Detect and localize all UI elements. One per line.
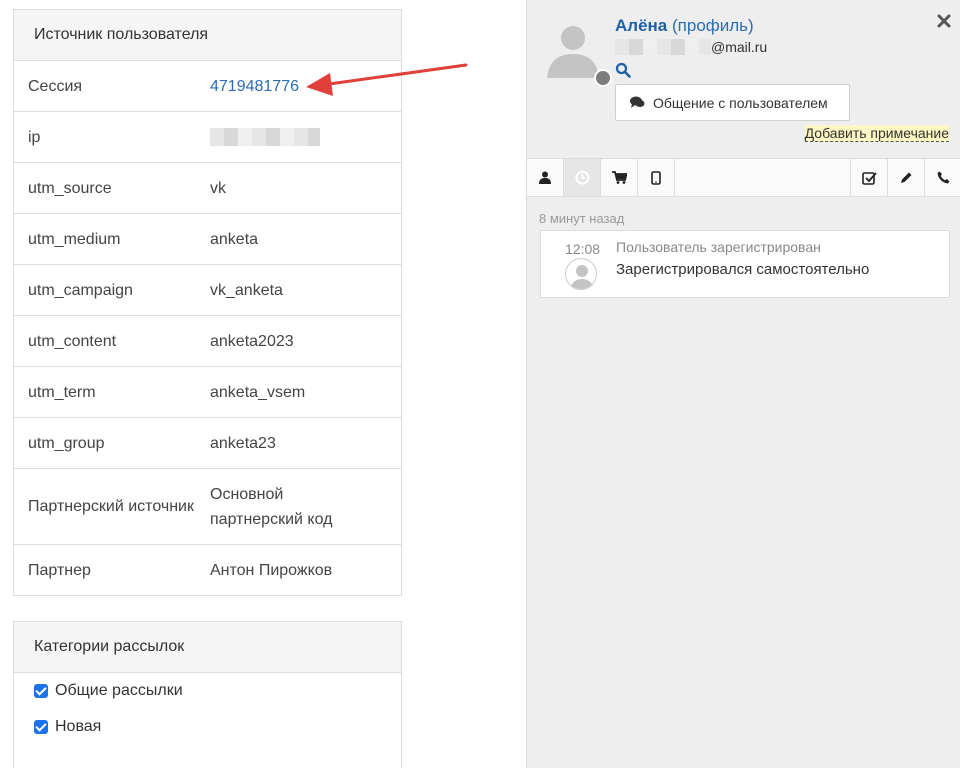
row-value: Основной партнерский код (210, 485, 333, 528)
row-key: ip (28, 128, 41, 146)
event-title: Пользователь зарегистрирован (616, 239, 821, 255)
row-value: vk (210, 179, 226, 197)
online-status-icon (594, 69, 612, 87)
session-link[interactable]: 4719481776 (210, 74, 299, 99)
tab-orders[interactable] (601, 159, 638, 196)
row-key: utm_source (28, 179, 112, 197)
email-redacted (615, 39, 711, 55)
tab-notes[interactable] (887, 159, 924, 196)
cart-icon (611, 171, 627, 184)
category-item[interactable]: Новая (14, 709, 401, 745)
source-row-partner: Партнер Антон Пирожков (14, 545, 401, 596)
row-value: vk_anketa (210, 281, 283, 299)
tab-calls[interactable] (924, 159, 960, 196)
tab-profile[interactable] (527, 159, 564, 196)
chat-button-label: Общение с пользователем (653, 94, 828, 111)
user-icon (539, 171, 551, 184)
mailing-categories-title: Категории рассылок (14, 622, 401, 673)
row-value: Антон Пирожков (210, 562, 333, 579)
source-row-utm-group: utm_group anketa23 (14, 418, 401, 469)
tab-history[interactable] (564, 159, 601, 196)
user-name-link[interactable]: Алёна (615, 16, 667, 35)
user-avatar-icon (570, 265, 594, 289)
row-value: anketa2023 (210, 332, 294, 350)
phone-icon (937, 171, 949, 184)
close-icon[interactable] (937, 14, 951, 28)
email-suffix: @mail.ru (711, 39, 768, 55)
row-key: Сессия (28, 77, 83, 95)
source-row-partner-source: Партнерский источник Основной партнерски… (14, 469, 401, 545)
user-avatar-icon (547, 26, 599, 78)
row-key: Партнерский источник (28, 498, 194, 515)
event-avatar (565, 258, 597, 290)
history-icon (575, 170, 589, 185)
category-label: Общие рассылки (55, 682, 183, 699)
source-row-utm-campaign: utm_campaign vk_anketa (14, 265, 401, 316)
row-key: Партнер (28, 562, 91, 579)
row-value: anketa23 (210, 434, 276, 452)
source-row-ip: ip (14, 112, 401, 163)
row-value: anketa_vsem (210, 383, 306, 401)
ip-value-redacted (210, 125, 320, 150)
event-time: 12:08 (565, 241, 601, 257)
pencil-icon (901, 172, 912, 183)
source-row-utm-medium: utm_medium anketa (14, 214, 401, 265)
row-key: utm_content (28, 332, 117, 350)
tab-tasks[interactable] (850, 159, 887, 196)
category-item[interactable]: Общие рассылки (14, 673, 401, 709)
timeline-event: 12:08 Пользователь зарегистрирован Зарег… (540, 230, 950, 298)
user-name-line: Алёна (профиль) (615, 16, 754, 36)
user-tabs (527, 158, 960, 197)
row-key: utm_term (28, 383, 96, 401)
checkbox-checked[interactable] (34, 684, 48, 698)
chat-with-user-button[interactable]: Общение с пользователем (615, 84, 850, 121)
row-key: utm_medium (28, 230, 121, 248)
add-note-link[interactable]: Добавить примечание (804, 125, 949, 142)
row-value: anketa (210, 230, 259, 248)
row-key: utm_campaign (28, 281, 133, 299)
search-icon[interactable] (615, 62, 631, 78)
time-ago-label: 8 минут назад (539, 211, 625, 226)
source-row-utm-content: utm_content anketa2023 (14, 316, 401, 367)
row-key: utm_group (28, 434, 105, 452)
source-row-utm-term: utm_term anketa_vsem (14, 367, 401, 418)
user-sidebar: Алёна (профиль) @mail.ru Общение с польз… (526, 0, 960, 768)
checkbox-checked[interactable] (34, 720, 48, 734)
event-text: Зарегистрировался самостоятельно (616, 261, 870, 278)
mailing-categories-panel: Категории рассылок Общие рассылки Новая (13, 621, 402, 768)
category-label: Новая (55, 718, 102, 735)
mobile-icon (651, 170, 661, 185)
profile-link[interactable]: (профиль) (672, 16, 754, 35)
user-email: @mail.ru (615, 39, 767, 55)
user-source-title: Источник пользователя (14, 10, 401, 61)
tab-devices[interactable] (638, 159, 675, 196)
annotation-arrow-icon (306, 63, 468, 96)
chat-icon (630, 96, 645, 108)
checkbox-task-icon (861, 171, 877, 185)
source-row-utm-source: utm_source vk (14, 163, 401, 214)
